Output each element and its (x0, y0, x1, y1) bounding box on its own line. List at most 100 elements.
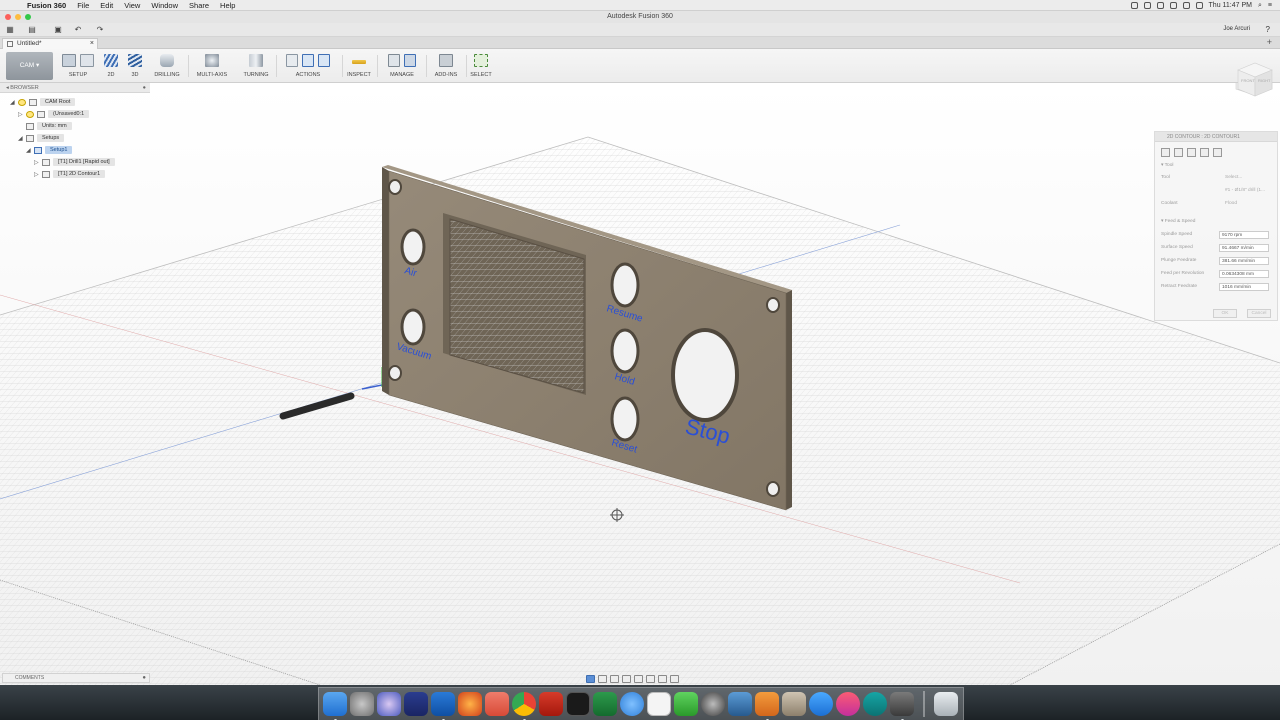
select-group[interactable]: SELECT (468, 51, 494, 81)
terminal-icon[interactable] (566, 692, 590, 716)
spindle-speed-input[interactable]: 9170 rpm (1219, 231, 1269, 239)
pan-icon[interactable] (610, 674, 619, 683)
photo-booth-icon[interactable] (485, 692, 509, 716)
trash-icon[interactable] (934, 692, 958, 716)
new-tab-icon[interactable]: + (1267, 37, 1272, 47)
grid-settings-icon[interactable] (658, 674, 667, 683)
surface-speed-input[interactable]: 91.4667 m/min (1219, 244, 1269, 252)
volume-icon[interactable] (1182, 2, 1190, 9)
expand-icon[interactable]: ◢ (18, 135, 26, 142)
expand-icon[interactable]: ◢ (26, 147, 34, 154)
tool-section-header[interactable]: ▾ Tool (1161, 162, 1273, 170)
collapse-icon[interactable]: ▷ (18, 111, 26, 118)
file-menu-icon[interactable]: ▤ (28, 26, 36, 34)
launchpad-icon[interactable] (350, 692, 374, 716)
battery-icon[interactable] (1195, 2, 1203, 9)
calendar-icon[interactable] (647, 692, 671, 716)
add-ins-group[interactable]: ADD-INS (428, 51, 464, 81)
tree-node-unsaved[interactable]: ▷ (Unsaved0:1 (18, 109, 90, 119)
app-store-icon[interactable] (809, 692, 833, 716)
tool-tab-icon[interactable] (1161, 148, 1170, 157)
data-panel-grid-icon[interactable]: ▦ (6, 26, 14, 34)
3d-group[interactable]: 3D (126, 51, 144, 81)
wifi-icon[interactable] (1169, 2, 1177, 9)
fit-icon[interactable] (634, 674, 643, 683)
feed-per-revolution-input[interactable]: 0.0634308 mm (1219, 270, 1269, 278)
orbit-icon[interactable] (586, 674, 595, 683)
browser-header[interactable]: ◂ BROWSER ● (0, 83, 150, 93)
user-account-menu[interactable]: Joe Arcuri (1223, 26, 1250, 32)
time-machine-icon[interactable] (1143, 2, 1151, 9)
undo-icon[interactable]: ↶ (74, 26, 82, 34)
coolant-select[interactable]: Flood (1225, 200, 1237, 208)
arduino-icon[interactable] (863, 692, 887, 716)
fusion360-icon[interactable] (755, 692, 779, 720)
collapse-icon[interactable]: ▷ (34, 159, 42, 166)
menu-view[interactable]: View (124, 1, 140, 10)
redo-icon[interactable]: ↷ (96, 26, 104, 34)
safari-icon[interactable] (620, 692, 644, 716)
messages-icon[interactable] (674, 692, 698, 716)
manage-group[interactable]: MANAGE (382, 51, 422, 81)
tree-node-setup1[interactable]: ◢ Setup1 (26, 145, 73, 155)
notes-icon[interactable] (782, 692, 806, 716)
firefox-icon[interactable] (458, 692, 482, 716)
browser-pin-icon[interactable]: ● (143, 83, 146, 93)
menu-help[interactable]: Help (220, 1, 235, 10)
retract-feedrate-input[interactable]: 1016 mm/min (1219, 283, 1269, 291)
visibility-bulb-icon[interactable] (26, 110, 34, 118)
tree-node-units[interactable]: Units: mm (26, 121, 72, 131)
minimize-window-button[interactable] (15, 14, 21, 20)
heights-tab-icon[interactable] (1187, 148, 1196, 157)
save-icon[interactable]: ▣ (54, 26, 62, 34)
inspect-group[interactable]: INSPECT (345, 51, 373, 81)
status-icon[interactable] (1130, 2, 1138, 9)
drilling-group[interactable]: DRILLING (152, 51, 182, 81)
comments-panel[interactable]: COMMENTS ● (2, 673, 150, 683)
2d-group[interactable]: 2D (102, 51, 120, 81)
xcode-icon[interactable] (728, 692, 752, 716)
video-editor-icon[interactable] (890, 692, 914, 720)
expand-icon[interactable]: ◢ (10, 99, 18, 106)
menu-file[interactable]: File (77, 1, 89, 10)
menubar-clock[interactable]: Thu 11:47 PM (1209, 2, 1252, 9)
stacks-icon[interactable] (404, 692, 428, 716)
comments-pin-icon[interactable]: ● (142, 674, 146, 683)
actions-group[interactable]: ACTIONS (278, 51, 338, 81)
tool-select-button[interactable]: Select... (1225, 174, 1242, 182)
tree-node-2d-contour1[interactable]: ▷ [T1] 2D Contour1 (34, 169, 106, 179)
tree-node-drill1[interactable]: ▷ [T1] Drill1 [Rapid out] (34, 157, 115, 167)
display-settings-icon[interactable] (646, 674, 655, 683)
workspace-switcher-button[interactable]: CAM ▾ (6, 52, 53, 80)
visibility-bulb-icon[interactable] (18, 98, 26, 106)
document-tab[interactable]: Untitled* × (2, 38, 98, 49)
collapse-icon[interactable]: ▷ (34, 171, 42, 178)
properties-header[interactable]: 2D CONTOUR : 2D CONTOUR1 (1155, 132, 1277, 142)
tree-node-setups[interactable]: ◢ Setups (18, 133, 65, 143)
itunes-icon[interactable] (836, 692, 860, 716)
plunge-feedrate-input[interactable]: 381.66 mm/min (1219, 257, 1269, 265)
viewports-icon[interactable] (670, 674, 679, 683)
excel-icon[interactable] (593, 692, 617, 716)
menu-app-name[interactable]: Fusion 360 (27, 1, 66, 10)
bluetooth-icon[interactable] (1156, 2, 1164, 9)
turning-group[interactable]: TURNING (238, 51, 274, 81)
menu-edit[interactable]: Edit (100, 1, 113, 10)
close-tab-icon[interactable]: × (90, 39, 94, 49)
3d-viewport[interactable]: Air Vacuum Resume Hold Reset Stop (0, 83, 1280, 685)
menu-window[interactable]: Window (151, 1, 178, 10)
zoom-window-button[interactable] (25, 14, 31, 20)
help-icon[interactable]: ? (1266, 25, 1270, 34)
chrome-icon[interactable] (512, 692, 536, 720)
siri-icon[interactable] (377, 692, 401, 716)
cancel-button[interactable]: Cancel (1247, 309, 1271, 318)
look-at-icon[interactable] (598, 674, 607, 683)
view-cube-overlay[interactable]: FRONT RIGHT (1236, 60, 1274, 98)
geometry-tab-icon[interactable] (1174, 148, 1183, 157)
close-window-button[interactable] (5, 14, 11, 20)
tree-node-cam-root[interactable]: ◢ CAM Root (10, 97, 76, 107)
ok-button[interactable]: OK (1213, 309, 1237, 318)
spotlight-icon[interactable]: ⌕ (1258, 2, 1262, 10)
setup-group[interactable]: SETUP (58, 51, 98, 81)
outlook-icon[interactable] (431, 692, 455, 720)
